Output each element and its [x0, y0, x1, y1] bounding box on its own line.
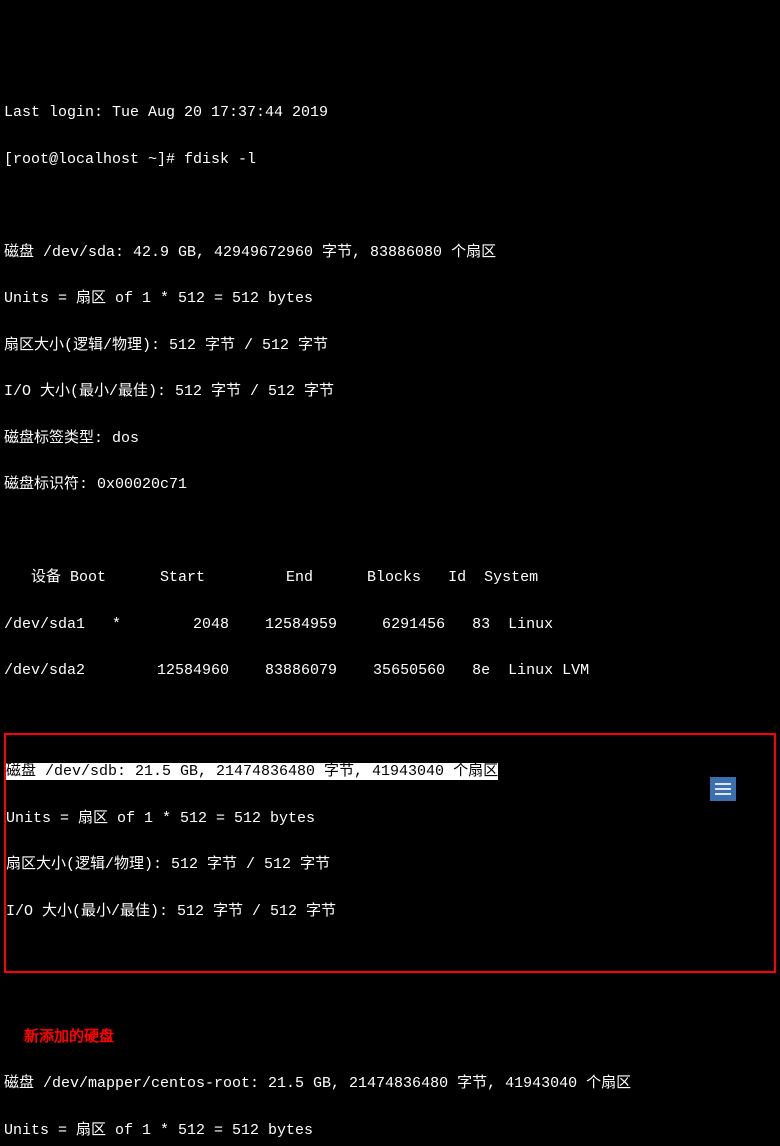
disk-sdb-io-size: I/O 大小(最小/最佳): 512 字节 / 512 字节: [6, 900, 774, 923]
disk-sdb-sector-size: 扇区大小(逻辑/物理): 512 字节 / 512 字节: [6, 853, 774, 876]
disk-sda-units: Units = 扇区 of 1 * 512 = 512 bytes: [4, 287, 776, 310]
text-selection-icon: [710, 777, 736, 801]
shell-prompt[interactable]: [root@localhost ~]# fdisk -l: [4, 148, 776, 171]
disk-sda-title: 磁盘 /dev/sda: 42.9 GB, 42949672960 字节, 83…: [4, 241, 776, 264]
disk-sdb-title: 磁盘 /dev/sdb: 21.5 GB, 21474836480 字节, 41…: [6, 760, 774, 783]
disk-sda-sector-size: 扇区大小(逻辑/物理): 512 字节 / 512 字节: [4, 334, 776, 357]
disk-sda-identifier: 磁盘标识符: 0x00020c71: [4, 473, 776, 496]
disk-sda-label-type: 磁盘标签类型: dos: [4, 427, 776, 450]
partition-header: 设备 Boot Start End Blocks Id System: [4, 566, 776, 589]
disk-sda-io-size: I/O 大小(最小/最佳): 512 字节 / 512 字节: [4, 380, 776, 403]
last-login-line: Last login: Tue Aug 20 17:37:44 2019: [4, 101, 776, 124]
blank-line: [4, 194, 776, 217]
new-disk-highlight-box: 磁盘 /dev/sdb: 21.5 GB, 21474836480 字节, 41…: [4, 733, 776, 974]
partition-row-1: /dev/sda1 * 2048 12584959 6291456 83 Lin…: [4, 613, 776, 636]
disk-mapper-units: Units = 扇区 of 1 * 512 = 512 bytes: [4, 1119, 776, 1142]
selected-text: 磁盘 /dev/sdb: 21.5 GB, 21474836480 字节, 41…: [6, 763, 498, 780]
disk-mapper-title: 磁盘 /dev/mapper/centos-root: 21.5 GB, 214…: [4, 1072, 776, 1095]
annotation-label: 新添加的硬盘: [24, 1026, 776, 1049]
disk-sdb-units: Units = 扇区 of 1 * 512 = 512 bytes: [6, 807, 774, 830]
blank-line: [4, 520, 776, 543]
partition-row-2: /dev/sda2 12584960 83886079 35650560 8e …: [4, 659, 776, 682]
